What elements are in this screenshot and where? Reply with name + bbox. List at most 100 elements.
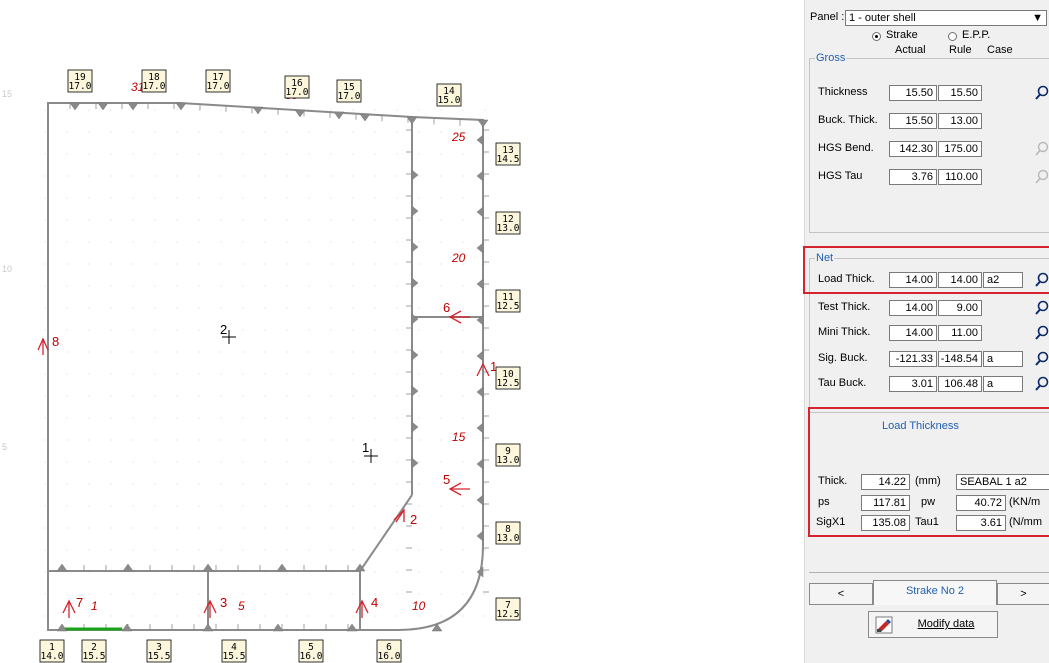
strake-box-13[interactable]: 1314.5 — [495, 142, 521, 166]
strake-box-6[interactable]: 616.0 — [376, 639, 402, 663]
load-thick-value[interactable]: 14.22 — [861, 474, 910, 490]
magnifier-icon[interactable] — [1034, 141, 1049, 157]
gross-hgs-tau-label: HGS Tau — [818, 170, 863, 182]
pw-value[interactable]: 40.72 — [956, 495, 1006, 511]
net-mini-thick-actual[interactable]: 14.00 — [889, 325, 937, 341]
net-load-thick-case[interactable]: a2 — [983, 272, 1023, 288]
net-sig-buck-actual[interactable]: -121.33 — [889, 351, 937, 367]
magnifier-icon[interactable] — [1034, 300, 1049, 316]
magnifier-icon[interactable] — [1034, 376, 1049, 392]
svg-text:17.0: 17.0 — [286, 87, 309, 98]
net-mini-thick-rule[interactable]: 11.00 — [938, 325, 982, 341]
strake-box-19[interactable]: 1917.0 — [67, 69, 93, 93]
frame-num-25: 25 — [451, 130, 466, 144]
strake-box-7[interactable]: 712.5 — [495, 597, 521, 621]
strake-box-8[interactable]: 813.0 — [495, 521, 521, 545]
net-load-thick-actual[interactable]: 14.00 — [889, 272, 937, 288]
tau1-unit: (N/mm — [1009, 516, 1042, 528]
hopper-line — [359, 494, 413, 572]
strake-box-11[interactable]: 1112.5 — [495, 289, 521, 313]
net-test-thick-label: Test Thick. — [818, 301, 871, 313]
strake-box-14[interactable]: 1415.0 — [436, 83, 462, 107]
gross-buck-thick-actual[interactable]: 15.50 — [889, 113, 937, 129]
panel-select[interactable]: 1 - outer shell ▼ — [845, 10, 1047, 26]
property-panel: Panel : 1 - outer shell ▼ Strake E.P.P. … — [803, 0, 1049, 663]
net-load-thick-rule[interactable]: 14.00 — [938, 272, 982, 288]
net-test-thick-actual[interactable]: 14.00 — [889, 300, 937, 316]
radio-strake[interactable] — [872, 32, 881, 41]
net-tau-buck-label: Tau Buck. — [818, 377, 867, 389]
magnifier-icon[interactable] — [1034, 85, 1049, 101]
panel-select-value: 1 - outer shell — [849, 12, 916, 24]
magnifier-icon[interactable] — [1034, 169, 1049, 185]
hull-outline — [47, 102, 484, 631]
modify-data-button[interactable]: Modify data — [868, 611, 998, 638]
plate-label-4: 4 — [371, 595, 378, 610]
strake-box-10[interactable]: 1012.5 — [495, 366, 521, 390]
sigx1-label: SigX1 — [816, 516, 846, 528]
net-test-thick-rule[interactable]: 9.00 — [938, 300, 982, 316]
load-case-value[interactable]: SEABAL 1 a2 — [956, 474, 1049, 490]
svg-text:13.0: 13.0 — [497, 223, 520, 234]
plate-label-8: 8 — [52, 334, 59, 349]
gross-hgs-bend-rule[interactable]: 175.00 — [938, 141, 982, 157]
gross-thickness-rule[interactable]: 15.50 — [938, 85, 982, 101]
strake-tab[interactable]: Strake No 2 — [873, 580, 997, 605]
sigx1-value[interactable]: 135.08 — [861, 515, 910, 531]
frame-num-15: 15 — [452, 430, 466, 444]
prev-strake-button[interactable]: < — [809, 583, 873, 605]
radio-strake-label: Strake — [886, 29, 918, 41]
ps-label: ps — [818, 496, 830, 508]
magnifier-icon[interactable] — [1034, 325, 1049, 341]
gross-buck-thick-rule[interactable]: 13.00 — [938, 113, 982, 129]
strake-box-16[interactable]: 1617.0 — [284, 75, 310, 99]
strake-box-9[interactable]: 913.0 — [495, 443, 521, 467]
strake-box-3[interactable]: 315.5 — [146, 639, 172, 663]
radio-epp[interactable] — [948, 32, 957, 41]
stiffener-markers — [56, 102, 489, 632]
frame-num-1: 1 — [91, 599, 98, 613]
frame-num-20: 20 — [451, 251, 466, 265]
plate-label-6: 6 — [443, 300, 450, 315]
strake-box-2[interactable]: 215.5 — [81, 639, 107, 663]
net-sig-buck-case[interactable]: a — [983, 351, 1023, 367]
gross-hgs-tau-actual[interactable]: 3.76 — [889, 169, 937, 185]
node-label-1: 1 — [362, 440, 369, 455]
strake-box-12[interactable]: 1213.0 — [495, 211, 521, 235]
net-tau-buck-rule[interactable]: 106.48 — [938, 376, 982, 392]
gross-thickness-actual[interactable]: 15.50 — [889, 85, 937, 101]
net-load-thick-label: Load Thick. — [818, 273, 875, 285]
gross-hgs-bend-actual[interactable]: 142.30 — [889, 141, 937, 157]
net-sig-buck-rule[interactable]: -148.54 — [938, 351, 982, 367]
gross-thickness-label: Thickness — [818, 86, 868, 98]
plate-label-3: 3 — [220, 595, 227, 610]
load-thick-label: Thick. — [818, 475, 848, 487]
magnifier-icon[interactable] — [1034, 272, 1049, 288]
next-strake-button[interactable]: > — [997, 583, 1049, 605]
axis-mark-5: 5 — [2, 442, 7, 452]
svg-text:17.0: 17.0 — [338, 91, 361, 102]
net-tau-buck-actual[interactable]: 3.01 — [889, 376, 937, 392]
tau1-value[interactable]: 3.61 — [956, 515, 1006, 531]
strake-box-5[interactable]: 516.0 — [298, 639, 324, 663]
gross-hgs-tau-rule[interactable]: 110.00 — [938, 169, 982, 185]
strake-box-17[interactable]: 1717.0 — [205, 69, 231, 93]
frame-num-5: 5 — [238, 599, 245, 613]
section-drawing[interactable]: 2 1 15 10 5 30 31 25 20 15 10 5 1 8 6 5 … — [0, 0, 800, 663]
svg-text:12.5: 12.5 — [497, 378, 520, 389]
panel-label: Panel : — [810, 11, 845, 23]
strake-boxes: 1917.01817.01717.0 1617.0 1517.0 1415.01314… — [39, 69, 521, 663]
strake-box-18[interactable]: 1817.0 — [141, 69, 167, 93]
strake-box-1[interactable]: 114.0 — [39, 639, 65, 663]
column-actual: Actual — [895, 44, 926, 56]
chevron-down-icon: ▼ — [1032, 12, 1043, 24]
magnifier-icon[interactable] — [1034, 351, 1049, 367]
net-tau-buck-case[interactable]: a — [983, 376, 1023, 392]
svg-text:12.5: 12.5 — [497, 609, 520, 620]
node-label-2: 2 — [220, 322, 227, 337]
strake-box-15[interactable]: 1517.0 — [336, 79, 362, 103]
edit-icon — [875, 616, 893, 634]
plate-label-2: 2 — [410, 512, 417, 527]
ps-value[interactable]: 117.81 — [861, 495, 910, 511]
strake-box-4[interactable]: 415.5 — [221, 639, 247, 663]
